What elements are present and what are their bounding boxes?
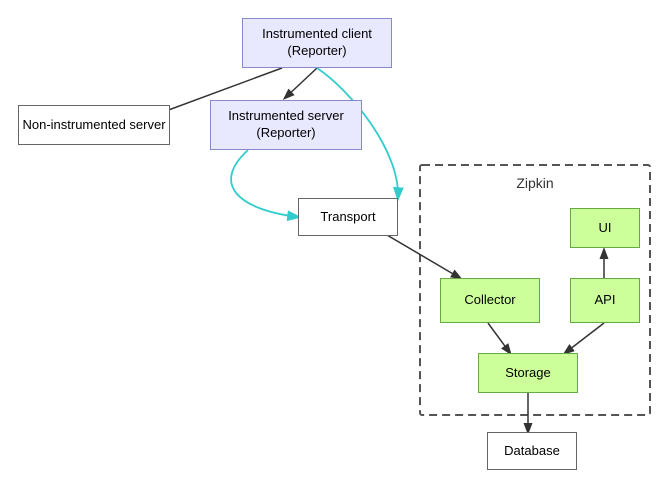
collector-label: Collector [464,292,515,309]
instrumented-client-node: Instrumented client(Reporter) [242,18,392,68]
zipkin-label: Zipkin [516,175,553,191]
storage-label: Storage [505,365,551,382]
instrumented-client-label: Instrumented client(Reporter) [262,26,372,60]
ui-label: UI [599,220,612,237]
non-instrumented-server-node: Non-instrumented server [18,105,170,145]
storage-node: Storage [478,353,578,393]
transport-node: Transport [298,198,398,236]
database-label: Database [504,443,560,460]
api-label: API [595,292,616,309]
database-node: Database [487,432,577,470]
collector-node: Collector [440,278,540,323]
ui-node: UI [570,208,640,248]
transport-label: Transport [320,209,375,226]
api-node: API [570,278,640,323]
instrumented-server-node: Instrumented server(Reporter) [210,100,362,150]
non-instrumented-server-label: Non-instrumented server [22,117,165,134]
instrumented-server-label: Instrumented server(Reporter) [228,108,344,142]
